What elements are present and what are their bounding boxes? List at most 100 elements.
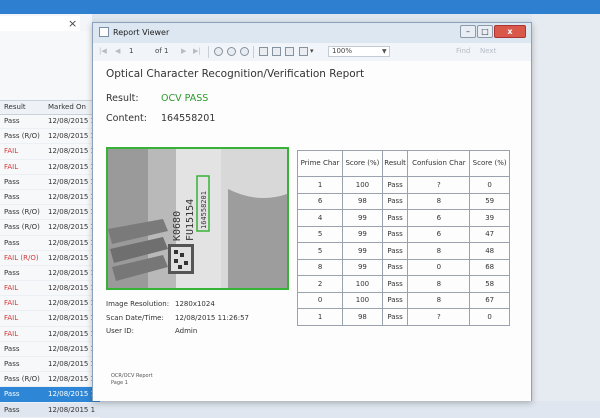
table-row[interactable]: Pass (R/O) 12/08/2015 1 — [0, 220, 100, 236]
table-cell: 6 — [407, 225, 471, 243]
table-row[interactable]: FAIL 12/08/2015 1 — [0, 296, 100, 312]
zoom-dropdown-icon[interactable]: ▼ — [382, 48, 387, 55]
close-button[interactable]: x — [494, 25, 526, 38]
table-cell: 99 — [342, 242, 383, 260]
row-marked-on: 12/08/2015 1 — [48, 223, 96, 232]
background-table-header: Result Marked On — [0, 100, 100, 115]
table-row: 8 99 Pass 0 68 — [296, 258, 510, 276]
table-cell: 67 — [469, 291, 510, 309]
refresh-icon[interactable] — [240, 47, 249, 56]
table-row[interactable]: Pass (R/O) 12/08/2015 1 — [0, 129, 100, 145]
page-setup-icon[interactable] — [285, 47, 294, 56]
table-row: 4 99 Pass 6 39 — [296, 209, 510, 227]
minimize-button[interactable]: – — [460, 25, 476, 38]
row-result: FAIL (R/O) — [4, 253, 39, 262]
table-row[interactable]: FAIL 12/08/2015 1 — [0, 144, 100, 160]
report-viewer-window: Report Viewer – □ x |◀ ◀ 1 of 1 ▶ ▶| ▾ 1… — [92, 22, 532, 401]
table-row[interactable]: Pass (R/O) 12/08/2015 1 — [0, 205, 100, 221]
window-titlebar[interactable]: Report Viewer – □ x — [93, 23, 531, 43]
table-cell: 8 — [407, 275, 471, 293]
table-row[interactable]: FAIL 12/08/2015 1 — [0, 160, 100, 175]
table-cell: 47 — [469, 225, 510, 243]
last-page-icon[interactable]: ▶| — [193, 47, 201, 55]
result-value: OCV PASS — [161, 93, 209, 104]
image-code-main: K0680 — [172, 211, 183, 241]
table-row[interactable]: Pass 12/08/2015 1 — [0, 342, 100, 357]
maximize-button[interactable]: □ — [477, 25, 493, 38]
table-row[interactable]: Pass 12/08/2015 1 — [0, 175, 100, 190]
table-row[interactable]: Pass 12/08/2015 1 — [0, 403, 100, 418]
table-cell: 4 — [296, 209, 344, 227]
current-page-input[interactable]: 1 — [129, 47, 133, 55]
stop-icon[interactable] — [227, 47, 236, 56]
row-result: FAIL — [4, 162, 19, 171]
row-marked-on: 12/08/2015 1 — [48, 192, 96, 201]
find-next-link[interactable]: Next — [480, 47, 496, 55]
report-window-icon — [99, 27, 109, 37]
table-row[interactable]: FAIL 12/08/2015 1 — [0, 311, 100, 327]
row-result: Pass — [4, 344, 20, 353]
table-row[interactable]: Pass 12/08/2015 1 — [0, 236, 100, 251]
scan-datetime-label: Scan Date/Time: — [106, 314, 164, 322]
first-page-icon[interactable]: |◀ — [99, 47, 107, 55]
table-row[interactable]: Pass 12/08/2015 1 — [0, 114, 100, 130]
row-marked-on: 12/08/2015 1 — [48, 238, 96, 247]
background-tab-close-icon[interactable]: × — [68, 16, 78, 31]
table-cell: 58 — [469, 275, 510, 293]
export-icon[interactable] — [299, 47, 308, 56]
table-cell: 39 — [469, 209, 510, 227]
zoom-select[interactable]: 100% — [328, 46, 390, 57]
back-icon[interactable] — [214, 47, 223, 56]
table-cell: 8 — [407, 242, 471, 260]
export-dropdown-icon[interactable]: ▾ — [310, 47, 314, 55]
report-page: Optical Character Recognition/Verificati… — [93, 61, 531, 401]
table-row[interactable]: FAIL 12/08/2015 1 — [0, 281, 100, 297]
print-layout-icon[interactable] — [272, 47, 281, 56]
table-cell: 0 — [296, 291, 344, 309]
row-marked-on: 12/08/2015 1 — [48, 177, 96, 186]
content-label: Content: — [106, 113, 147, 124]
row-result: Pass — [4, 177, 20, 186]
previous-page-icon[interactable]: ◀ — [115, 47, 120, 55]
table-row: 5 99 Pass 8 48 — [296, 242, 510, 260]
row-marked-on: 12/08/2015 1 — [48, 253, 96, 262]
row-result: Pass — [4, 405, 20, 414]
find-link[interactable]: Find — [456, 47, 470, 55]
table-row[interactable]: Pass 12/08/2015 1 — [0, 190, 100, 206]
scanned-image-graphic: K0680 FU15154 164558201 — [108, 149, 287, 288]
row-marked-on: 12/08/2015 1 — [48, 268, 96, 277]
column-header-marked-on[interactable]: Marked On — [48, 101, 86, 114]
user-id-label: User ID: — [106, 327, 134, 335]
report-footer-name: OCR/OCV Report — [111, 373, 153, 379]
table-row[interactable]: Pass (R/O) 12/08/2015 1 — [0, 372, 100, 388]
table-cell: Pass — [381, 275, 409, 293]
row-result: FAIL — [4, 284, 19, 293]
table-cell: Pass — [381, 209, 409, 227]
window-title: Report Viewer — [113, 28, 170, 37]
table-row[interactable]: Pass 12/08/2015 1 — [0, 387, 100, 403]
table-row: 5 99 Pass 6 47 — [296, 225, 510, 243]
table-cell: 99 — [342, 258, 383, 276]
table-header-cell: Prime Char — [296, 150, 344, 177]
table-cell: 2 — [296, 275, 344, 293]
row-marked-on: 12/08/2015 1 — [48, 344, 96, 353]
row-marked-on: 12/08/2015 1 — [48, 314, 96, 323]
table-row: 0 100 Pass 8 67 — [296, 291, 510, 309]
table-cell: 100 — [342, 275, 383, 293]
character-scores-table: Prime Char Score (%) Result Confusion Char S… — [296, 150, 510, 326]
row-marked-on: 12/08/2015 1 — [48, 147, 96, 156]
table-row[interactable]: FAIL 12/08/2015 1 — [0, 327, 100, 342]
table-row[interactable]: Pass 12/08/2015 1 — [0, 357, 100, 373]
table-cell: Pass — [381, 242, 409, 260]
table-row[interactable]: FAIL (R/O) 12/08/2015 1 — [0, 251, 100, 266]
table-cell: 1 — [296, 308, 344, 326]
row-result: FAIL — [4, 314, 19, 323]
row-result: Pass (R/O) — [4, 208, 40, 217]
row-marked-on: 12/08/2015 1 — [48, 329, 96, 338]
column-header-result[interactable]: Result — [4, 101, 26, 114]
next-page-icon[interactable]: ▶ — [181, 47, 186, 55]
background-app-titlebar — [0, 0, 600, 14]
print-icon[interactable] — [259, 47, 268, 56]
table-row: 6 98 Pass 8 59 — [296, 192, 510, 210]
table-row[interactable]: Pass 12/08/2015 1 — [0, 266, 100, 282]
